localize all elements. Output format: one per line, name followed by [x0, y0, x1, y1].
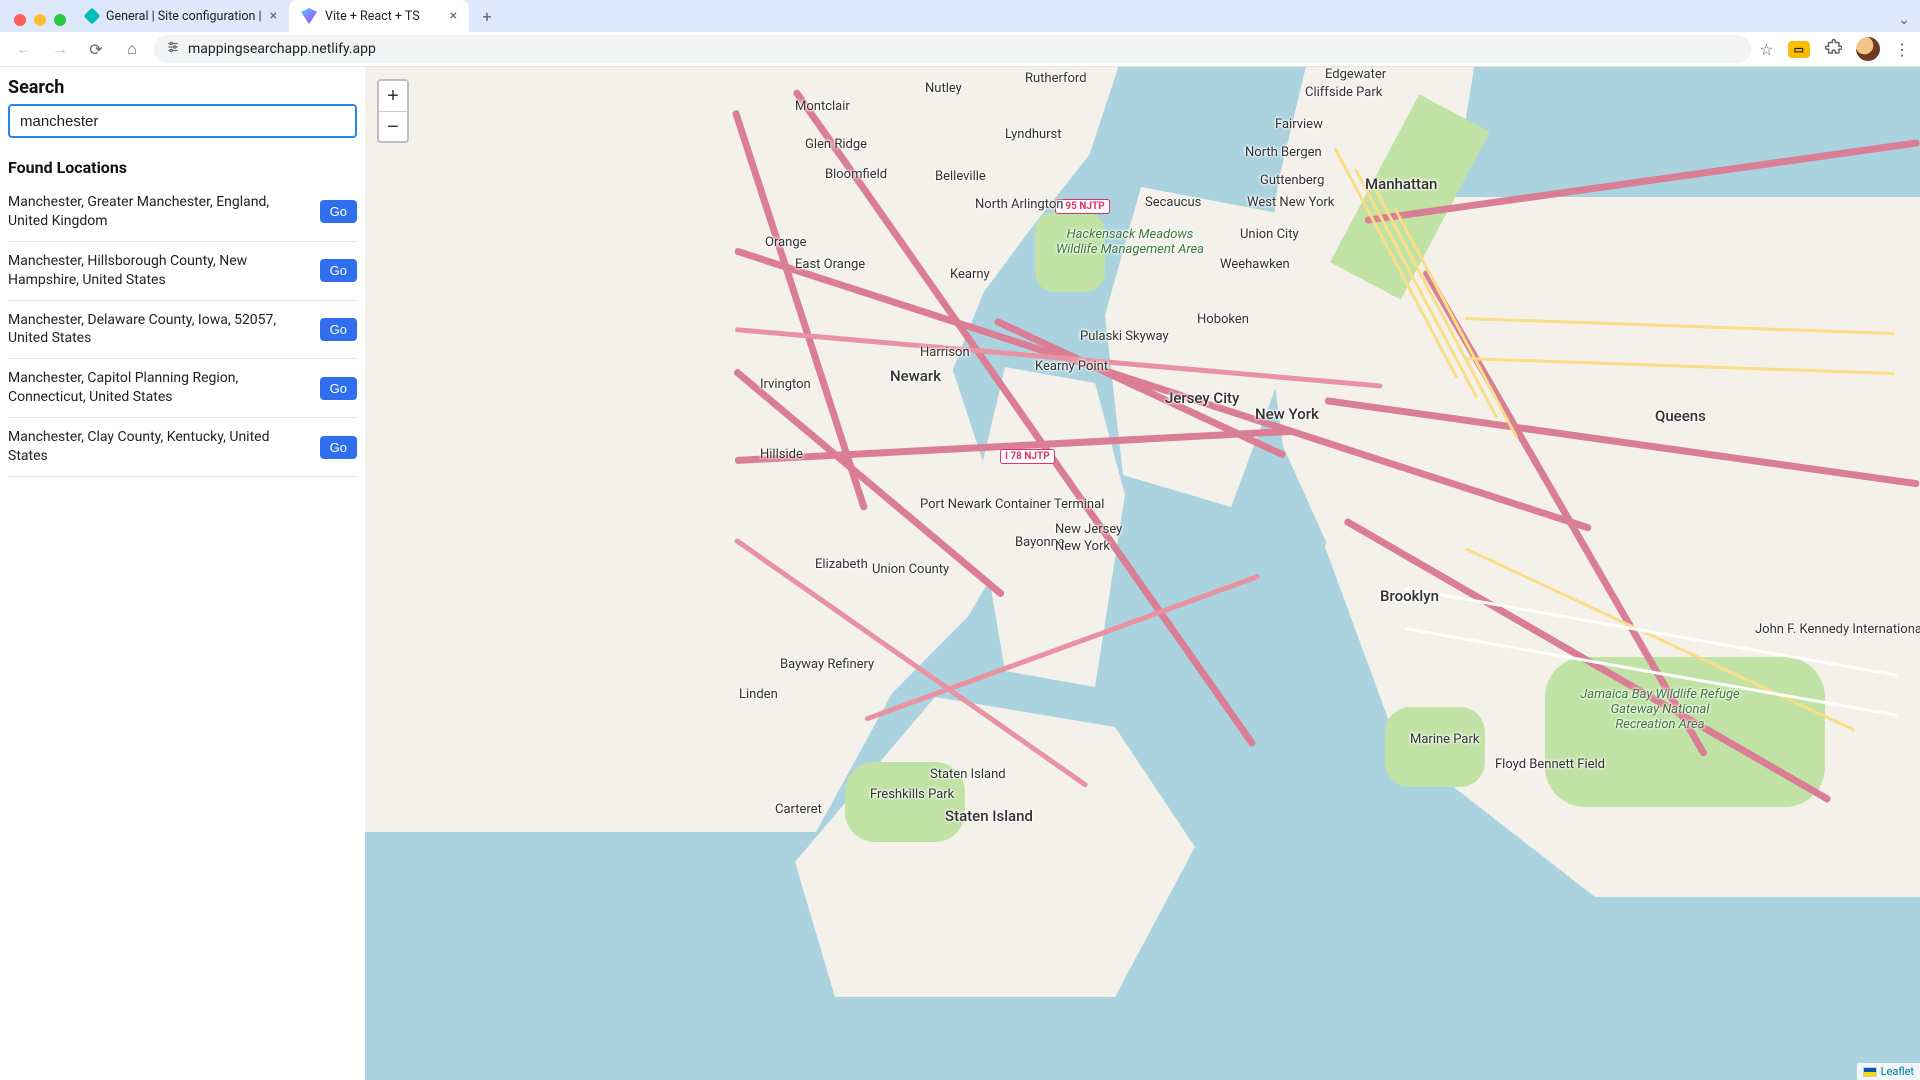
map-attribution: Leaflet [1857, 1063, 1920, 1080]
forward-button[interactable]: → [46, 35, 74, 63]
home-button[interactable]: ⌂ [118, 35, 146, 63]
go-button[interactable]: Go [320, 318, 357, 341]
browser-tab[interactable]: Vite + React + TS × [289, 0, 469, 32]
tab-title: Vite + React + TS [325, 9, 442, 24]
go-button[interactable]: Go [320, 377, 357, 400]
result-item: Manchester, Hillsborough County, New Ham… [8, 242, 357, 301]
favicon-icon [84, 8, 101, 25]
tabs-overflow-icon[interactable]: ⌄ [1898, 12, 1910, 28]
close-tab-icon[interactable]: × [450, 8, 457, 24]
result-text: Manchester, Capitol Planning Region, Con… [8, 369, 308, 407]
browser-toolbar: ← → ⟳ ⌂ mappingsearchapp.netlify.app ☆ ▭… [0, 32, 1920, 67]
search-input[interactable] [8, 104, 357, 138]
bookmark-icon[interactable]: ☆ [1759, 40, 1773, 59]
app-root: Search Found Locations Manchester, Great… [0, 67, 1920, 1080]
window-controls [8, 14, 74, 32]
result-item: Manchester, Delaware County, Iowa, 52057… [8, 301, 357, 360]
zoom-control: + − [377, 79, 409, 143]
result-item: Manchester, Greater Manchester, England,… [8, 183, 357, 242]
result-item: Manchester, Capitol Planning Region, Con… [8, 359, 357, 418]
address-bar[interactable]: mappingsearchapp.netlify.app [154, 35, 1751, 63]
results-heading: Found Locations [8, 158, 357, 177]
go-button[interactable]: Go [320, 259, 357, 282]
credit-badge[interactable]: ▭ [1788, 41, 1810, 58]
close-tab-icon[interactable]: × [270, 8, 277, 24]
result-text: Manchester, Clay County, Kentucky, Unite… [8, 428, 308, 466]
result-text: Manchester, Hillsborough County, New Ham… [8, 252, 308, 290]
favicon-icon [301, 8, 317, 24]
route-shield: I 95 NJTP [1055, 199, 1110, 214]
profile-avatar[interactable] [1856, 37, 1880, 61]
search-heading: Search [8, 77, 357, 98]
map-viewport[interactable]: I 95 NJTP I 78 NJTP RutherfordCliffside … [365, 67, 1920, 1080]
go-button[interactable]: Go [320, 436, 357, 459]
reload-button[interactable]: ⟳ [82, 35, 110, 63]
zoom-in-button[interactable]: + [379, 81, 407, 111]
menu-icon[interactable]: ⋮ [1894, 40, 1910, 59]
result-item: Manchester, Clay County, Kentucky, Unite… [8, 418, 357, 477]
leaflet-link[interactable]: Leaflet [1881, 1065, 1914, 1078]
minimize-window-icon[interactable] [34, 14, 46, 26]
result-text: Manchester, Delaware County, Iowa, 52057… [8, 311, 308, 349]
zoom-out-button[interactable]: − [379, 111, 407, 141]
browser-tab[interactable]: General | Site configuration | × [74, 0, 289, 32]
map-canvas[interactable]: I 95 NJTP I 78 NJTP RutherfordCliffside … [365, 67, 1920, 1080]
tab-title: General | Site configuration | [106, 9, 262, 24]
browser-chrome: General | Site configuration | × Vite + … [0, 0, 1920, 67]
url-text: mappingsearchapp.netlify.app [188, 41, 376, 57]
results-list: Manchester, Greater Manchester, England,… [8, 183, 357, 477]
close-window-icon[interactable] [14, 14, 26, 26]
tab-strip: General | Site configuration | × Vite + … [0, 0, 1920, 32]
route-shield: I 78 NJTP [1000, 449, 1055, 464]
new-tab-button[interactable]: + [473, 2, 501, 30]
site-settings-icon[interactable] [166, 40, 180, 58]
back-button[interactable]: ← [10, 35, 38, 63]
go-button[interactable]: Go [320, 200, 357, 223]
flag-icon [1863, 1067, 1877, 1077]
extensions-icon[interactable] [1824, 38, 1842, 60]
maximize-window-icon[interactable] [54, 14, 66, 26]
result-text: Manchester, Greater Manchester, England,… [8, 193, 308, 231]
sidebar: Search Found Locations Manchester, Great… [0, 67, 365, 1080]
